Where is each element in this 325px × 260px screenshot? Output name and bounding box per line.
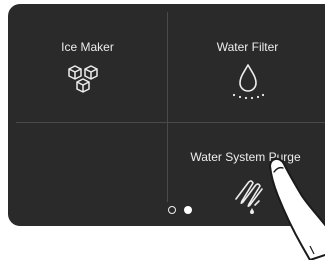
tile-water-filter[interactable]: Water Filter bbox=[168, 4, 325, 122]
water-drop-icon bbox=[232, 64, 265, 100]
page-indicator bbox=[168, 206, 208, 218]
tile-ice-maker[interactable]: Ice Maker bbox=[8, 4, 167, 122]
horizontal-divider bbox=[16, 122, 325, 123]
page-dot-2[interactable] bbox=[184, 206, 192, 214]
page-dot-1[interactable] bbox=[168, 206, 176, 214]
ice-maker-label: Ice Maker bbox=[61, 40, 114, 54]
vertical-divider bbox=[167, 12, 168, 202]
water-filter-label: Water Filter bbox=[216, 40, 279, 54]
ice-cubes-icon bbox=[68, 65, 98, 93]
tile-empty bbox=[8, 123, 167, 226]
tapping-finger-icon bbox=[269, 158, 325, 260]
